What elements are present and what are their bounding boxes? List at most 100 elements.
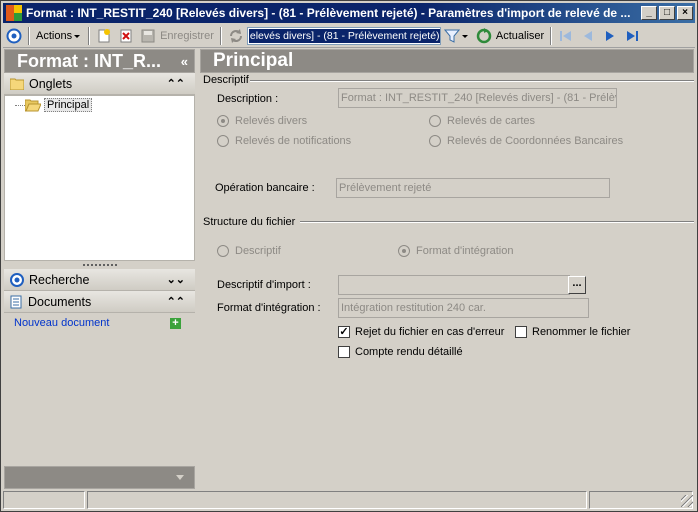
section-divider [250, 80, 694, 82]
checkbox-renommer-fichier[interactable]: Renommer le fichier [515, 326, 630, 338]
window-title: Format : INT_RESTIT_240 [Relevés divers]… [26, 6, 631, 20]
left-panel: Format : INT_R... « Onglets ⌃⌃ Principal… [4, 49, 195, 489]
radio-releves-divers[interactable]: Relevés divers [217, 115, 307, 127]
radio-releves-notifications[interactable]: Relevés de notifications [217, 135, 351, 147]
app-icon [6, 5, 22, 21]
toolbar-separator [550, 27, 553, 45]
save-button[interactable]: Enregistrer [137, 26, 217, 46]
toolbar-separator [88, 27, 91, 45]
radio-releves-coordonnees-bancaires[interactable]: Relevés de Coordonnées Bancaires [429, 135, 623, 147]
last-record-icon [627, 31, 639, 41]
next-record-button[interactable] [599, 26, 621, 46]
documents-label: Documents [28, 294, 92, 309]
delete-icon [120, 29, 132, 43]
onglets-group-header[interactable]: Onglets ⌃⌃ [4, 73, 195, 95]
radio-indicator [217, 115, 229, 127]
checkbox-rejet-fichier[interactable]: ✓ Rejet du fichier en cas d'erreur [338, 326, 504, 338]
format-integration-label: Format d'intégration : [217, 302, 321, 314]
refresh-icon [476, 28, 492, 44]
next-record-icon [606, 31, 615, 41]
descriptif-import-field[interactable] [338, 275, 570, 295]
description-label: Description : [217, 93, 279, 105]
section-divider [300, 221, 694, 223]
checkbox-box [515, 326, 527, 338]
first-record-button[interactable] [555, 26, 577, 46]
maximize-button[interactable]: □ [659, 6, 675, 20]
close-button[interactable]: × [677, 6, 693, 20]
actions-menu-button[interactable]: Actions [33, 26, 85, 46]
checkbox-check-icon: ✓ [338, 326, 350, 338]
chevron-up-double-icon[interactable]: ⌃⌃ [167, 77, 185, 90]
radio-structure-format-integration[interactable]: Format d'intégration [398, 245, 513, 257]
format-integration-field[interactable]: Intégration restitution 240 car. [338, 298, 589, 318]
save-label: Enregistrer [160, 30, 214, 42]
first-record-icon [560, 31, 572, 41]
radio-label: Relevés divers [235, 115, 308, 127]
left-panel-header: Format : INT_R... « [4, 49, 195, 73]
chevron-down-double-icon[interactable]: ⌄⌄ [167, 273, 185, 286]
title-bar[interactable]: Format : INT_RESTIT_240 [Relevés divers]… [3, 3, 695, 23]
collapse-panel-icon[interactable]: « [181, 54, 188, 69]
status-cell [589, 491, 693, 509]
new-document-link[interactable]: Nouveau document [14, 317, 109, 329]
chevron-down-icon [74, 35, 81, 38]
checkbox-label: Renommer le fichier [532, 326, 631, 338]
sync-button[interactable] [225, 26, 247, 46]
last-record-button[interactable] [621, 26, 643, 46]
filter-button[interactable] [441, 26, 473, 46]
checkbox-box [338, 346, 350, 358]
checkbox-label: Compte rendu détaillé [355, 346, 463, 358]
sync-icon [229, 29, 242, 43]
chevron-down-icon [461, 35, 468, 38]
radio-indicator [398, 245, 410, 257]
checkbox-compte-rendu[interactable]: Compte rendu détaillé [338, 346, 463, 358]
application-window: Format : INT_RESTIT_240 [Relevés divers]… [0, 0, 698, 512]
descriptif-section-title: Descriptif [203, 74, 249, 86]
checkbox-label: Rejet du fichier en cas d'erreur [355, 326, 505, 338]
record-selector[interactable]: elevés divers] - (81 - Prélèvement rejet… [246, 27, 441, 45]
minimize-button[interactable]: _ [641, 6, 657, 20]
resize-grip-icon[interactable] [681, 495, 693, 507]
operation-field[interactable]: Prélèvement rejeté [336, 178, 610, 198]
document-icon [10, 295, 22, 308]
new-document-icon [98, 29, 111, 43]
recherche-group-header[interactable]: Recherche ⌄⌄ [4, 269, 195, 291]
radio-label: Relevés de notifications [235, 135, 352, 147]
radio-label: Relevés de cartes [447, 115, 536, 127]
radio-label: Relevés de Coordonnées Bancaires [447, 135, 624, 147]
radio-indicator [429, 115, 441, 127]
radio-indicator [217, 245, 229, 257]
chevron-up-double-icon[interactable]: ⌃⌃ [167, 295, 185, 308]
add-document-icon[interactable]: + [170, 318, 181, 329]
search-circle-icon [10, 272, 24, 287]
footer-dropdown-icon[interactable] [176, 475, 184, 480]
refresh-label: Actualiser [495, 30, 545, 42]
left-panel-footer [4, 466, 195, 489]
tree-item-principal[interactable]: Principal [25, 98, 93, 112]
splitter-handle[interactable] [4, 261, 195, 269]
recherche-label: Recherche [29, 272, 90, 287]
new-button[interactable] [93, 26, 115, 46]
refresh-button[interactable]: Actualiser [473, 26, 547, 46]
status-cell [87, 491, 587, 509]
open-folder-icon [25, 99, 41, 111]
status-bar [3, 491, 695, 509]
filter-icon [443, 29, 460, 43]
radio-structure-descriptif[interactable]: Descriptif [217, 245, 281, 257]
delete-button[interactable] [115, 26, 137, 46]
main-panel-title: Principal [213, 50, 294, 71]
tree-item-label: Principal [44, 98, 93, 112]
actions-label: Actions [36, 30, 73, 42]
description-field[interactable]: Format : INT_RESTIT_240 [Relevés divers]… [338, 88, 617, 108]
nav-circle-icon[interactable] [3, 26, 25, 46]
save-icon [141, 29, 155, 43]
documents-group-header[interactable]: Documents ⌃⌃ [4, 291, 195, 313]
previous-record-button[interactable] [577, 26, 599, 46]
record-selector-value: elevés divers] - (81 - Prélèvement rejet… [248, 29, 440, 43]
main-panel-header: Principal [200, 49, 694, 73]
toolbar: Actions Enregistrer elevés divers] - (81… [3, 25, 695, 48]
radio-label: Format d'intégration [416, 245, 514, 257]
radio-releves-cartes[interactable]: Relevés de cartes [429, 115, 535, 127]
status-cell [3, 491, 85, 509]
browse-button[interactable]: ... [568, 276, 586, 294]
